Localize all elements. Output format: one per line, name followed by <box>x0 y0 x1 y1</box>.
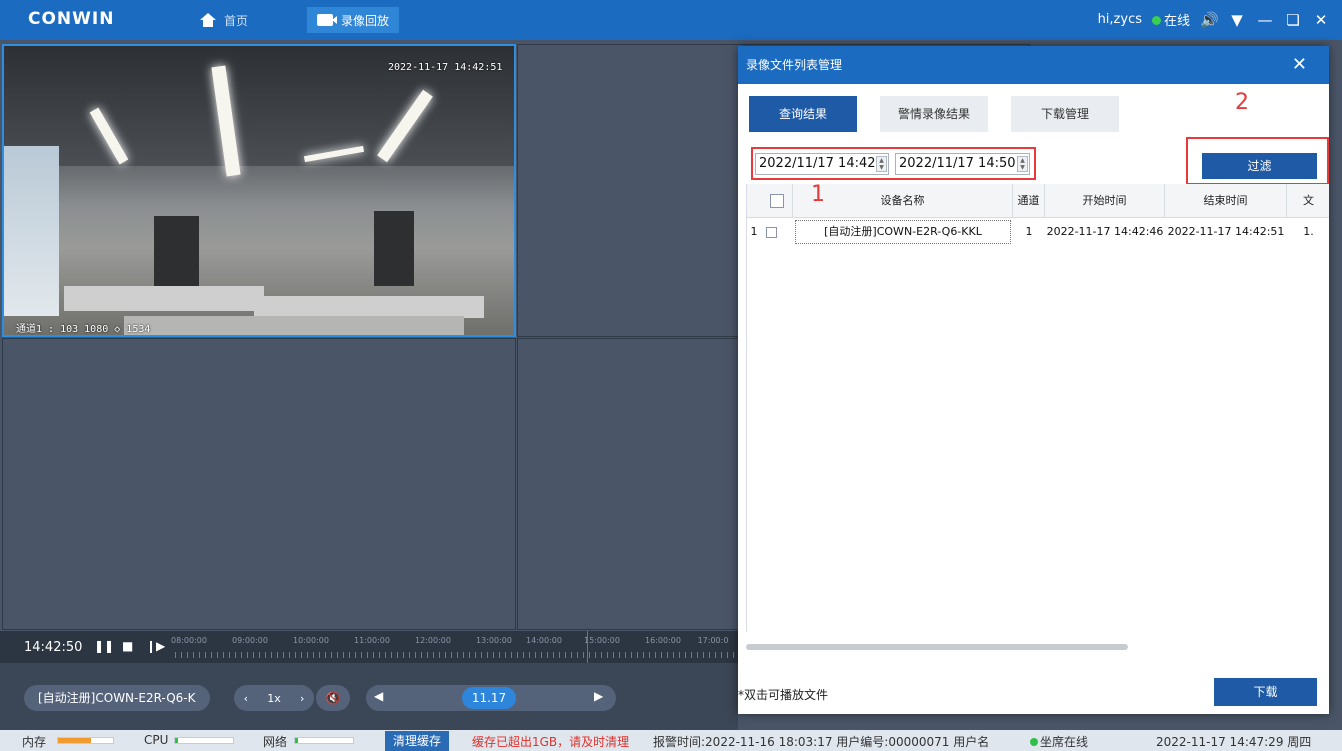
memory-label: 内存 <box>22 735 47 749</box>
tab-alarm-recordings[interactable]: 警情录像结果 <box>880 96 988 132</box>
speed-value: 1x <box>267 691 281 705</box>
cache-warning: 缓存已超出1GB，请及时清理 <box>472 735 630 749</box>
dialog-title-bar: 录像文件列表管理 ✕ <box>738 46 1329 84</box>
video-cell-3[interactable] <box>2 338 516 630</box>
date-navigator: ◀ 11.17 ▶ <box>366 685 616 711</box>
results-table: 设备名称 通道 开始时间 结束时间 文 1 1 [自动注册]COWN-E2R-Q… <box>746 182 1329 632</box>
tick-label: 08:00:00 <box>171 636 207 645</box>
current-time: 14:42:50 <box>24 640 83 655</box>
start-time-input[interactable]: 2022/11/17 14:42 ▲ ▼ <box>755 153 889 175</box>
nav-playback-label: 录像回放 <box>341 13 390 28</box>
row-index: 1 <box>750 225 758 238</box>
clear-cache-button[interactable]: 清理缓存 <box>385 731 450 751</box>
start-time-spinner-icon[interactable]: ▲ ▼ <box>876 156 887 172</box>
table-row[interactable]: 1 [自动注册]COWN-E2R-Q6-KKL 1 2022-11-17 14:… <box>747 218 1329 246</box>
osd-channel-info: 通道1 : 103 1080 ◇ 1534 <box>16 324 151 335</box>
nav-home-label: 首页 <box>224 13 249 28</box>
select-all-checkbox[interactable] <box>769 194 784 208</box>
stop-icon[interactable]: ■ <box>122 639 133 653</box>
system-datetime: 2022-11-17 14:47:29 周四 <box>1156 735 1312 749</box>
date-value[interactable]: 11.17 <box>462 687 516 709</box>
timeline-scale[interactable]: 08:00:00 09:00:00 10:00:00 11:00:00 12:0… <box>171 636 735 660</box>
user-greeting: hi,zycs <box>1097 12 1142 27</box>
video-cell-1[interactable]: 2022-11-17 14:42:51 通道1 : 103 1080 ◇ 153… <box>2 44 516 337</box>
tick-label: 16:00:00 <box>645 636 681 645</box>
seat-online-icon <box>1030 738 1038 746</box>
column-channel[interactable]: 通道 <box>1013 184 1045 218</box>
horizontal-scrollbar[interactable] <box>746 644 1128 650</box>
alarm-info: 报警时间:2022-11-16 18:03:17 用户编号:00000071 用… <box>653 735 990 749</box>
recording-list-dialog: 录像文件列表管理 ✕ 查询结果 警情录像结果 下载管理 2 2022/11/17… <box>738 46 1329 714</box>
nav-home[interactable]: 首页 <box>190 7 258 33</box>
tick-label: 12:00:00 <box>415 636 451 645</box>
column-start-time[interactable]: 开始时间 <box>1045 184 1165 218</box>
dropdown-menu-icon[interactable]: ▼ <box>1228 11 1246 29</box>
mute-icon[interactable]: 🔇 <box>316 685 350 711</box>
volume-icon[interactable]: 🔊 <box>1200 11 1219 29</box>
play-hint: *双击可播放文件 <box>738 688 829 702</box>
download-button[interactable]: 下载 <box>1214 678 1317 706</box>
end-time-spinner-icon[interactable]: ▲ ▼ <box>1017 156 1028 172</box>
device-selector[interactable]: [自动注册]COWN-E2R-Q6-K <box>24 685 210 711</box>
select-all-cell[interactable] <box>761 184 793 218</box>
annotation-number-2: 2 <box>1235 90 1249 115</box>
nav-playback[interactable]: 录像回放 <box>307 7 400 33</box>
speed-down-icon[interactable]: ‹ <box>244 692 248 705</box>
camera-feed-image: 2022-11-17 14:42:51 通道1 : 103 1080 ◇ 153… <box>4 46 514 335</box>
restore-icon[interactable]: ❏ <box>1284 11 1302 29</box>
timeline-playhead[interactable] <box>587 631 588 663</box>
memory-meter <box>57 737 114 744</box>
close-window-icon[interactable]: ✕ <box>1312 11 1330 29</box>
network-label: 网络 <box>263 735 288 749</box>
row-checkbox[interactable] <box>765 226 777 238</box>
title-bar: CONWIN 首页 录像回放 hi,zycs 在线 🔊 ▼ — ❏ ✕ <box>0 0 1342 40</box>
minimize-icon[interactable]: — <box>1256 11 1274 29</box>
annotation-number-1: 1 <box>811 182 825 207</box>
tick-label: 15:00:00 <box>584 636 620 645</box>
filter-button[interactable]: 过滤 <box>1202 153 1317 179</box>
tick-label: 17:00:0 <box>697 636 729 645</box>
tab-query-results[interactable]: 查询结果 <box>749 96 857 132</box>
column-file[interactable]: 文 <box>1287 184 1330 218</box>
user-area: hi,zycs 在线 🔊 ▼ — ❏ ✕ <box>1097 10 1330 30</box>
prev-date-icon[interactable]: ◀ <box>374 689 383 703</box>
dialog-close-icon[interactable]: ✕ <box>1292 46 1307 84</box>
table-header: 设备名称 通道 开始时间 结束时间 文 <box>747 184 1329 218</box>
speed-up-icon[interactable]: › <box>300 692 304 705</box>
home-icon <box>200 13 216 27</box>
row-channel: 1 <box>1025 225 1033 238</box>
osd-timestamp: 2022-11-17 14:42:51 <box>388 62 503 73</box>
tick-label: 10:00:00 <box>293 636 329 645</box>
tab-download-manager[interactable]: 下载管理 <box>1011 96 1119 132</box>
tick-label: 14:00:00 <box>526 636 562 645</box>
dialog-title: 录像文件列表管理 <box>746 58 843 72</box>
pause-icon[interactable]: ❚❚ <box>94 639 114 653</box>
next-date-icon[interactable]: ▶ <box>594 689 603 703</box>
tick-label: 13:00:00 <box>476 636 512 645</box>
end-time-input[interactable]: 2022/11/17 14:50 ▲ ▼ <box>895 153 1030 175</box>
cpu-label: CPU <box>144 733 169 747</box>
playback-bar: [自动注册]COWN-E2R-Q6-K ‹ 1x › 🔇 ◀ 11.17 ▶ <box>0 663 738 730</box>
column-device-name[interactable]: 设备名称 <box>793 184 1013 218</box>
seat-status: 坐席在线 <box>1030 733 1088 750</box>
status-bar: 内存 CPU 网络 清理缓存 缓存已超出1GB，请及时清理 报警时间:2022-… <box>0 730 1342 751</box>
step-forward-icon[interactable]: ❙▶ <box>146 639 165 653</box>
speed-control[interactable]: ‹ 1x › <box>234 685 314 711</box>
app-logo: CONWIN <box>28 9 115 29</box>
tick-marks <box>175 652 735 658</box>
video-camera-icon <box>317 14 337 26</box>
tick-label: 09:00:00 <box>232 636 268 645</box>
row-start-time: 2022-11-17 14:42:46 <box>1046 225 1164 238</box>
network-meter <box>294 737 354 744</box>
timeline-bar[interactable]: 14:42:50 ❚❚ ■ ❙▶ 08:00:00 09:00:00 10:00… <box>0 631 738 663</box>
cpu-meter <box>174 737 234 744</box>
column-end-time[interactable]: 结束时间 <box>1165 184 1287 218</box>
row-checkbox-cell[interactable] <box>761 218 781 246</box>
row-file: 1. <box>1303 225 1314 238</box>
row-end-time: 2022-11-17 14:42:51 <box>1167 225 1285 238</box>
tick-label: 11:00:00 <box>354 636 390 645</box>
online-dot-icon <box>1151 16 1161 25</box>
online-status: 在线 <box>1151 10 1190 29</box>
row-device-name: [自动注册]COWN-E2R-Q6-KKL <box>795 220 1011 244</box>
